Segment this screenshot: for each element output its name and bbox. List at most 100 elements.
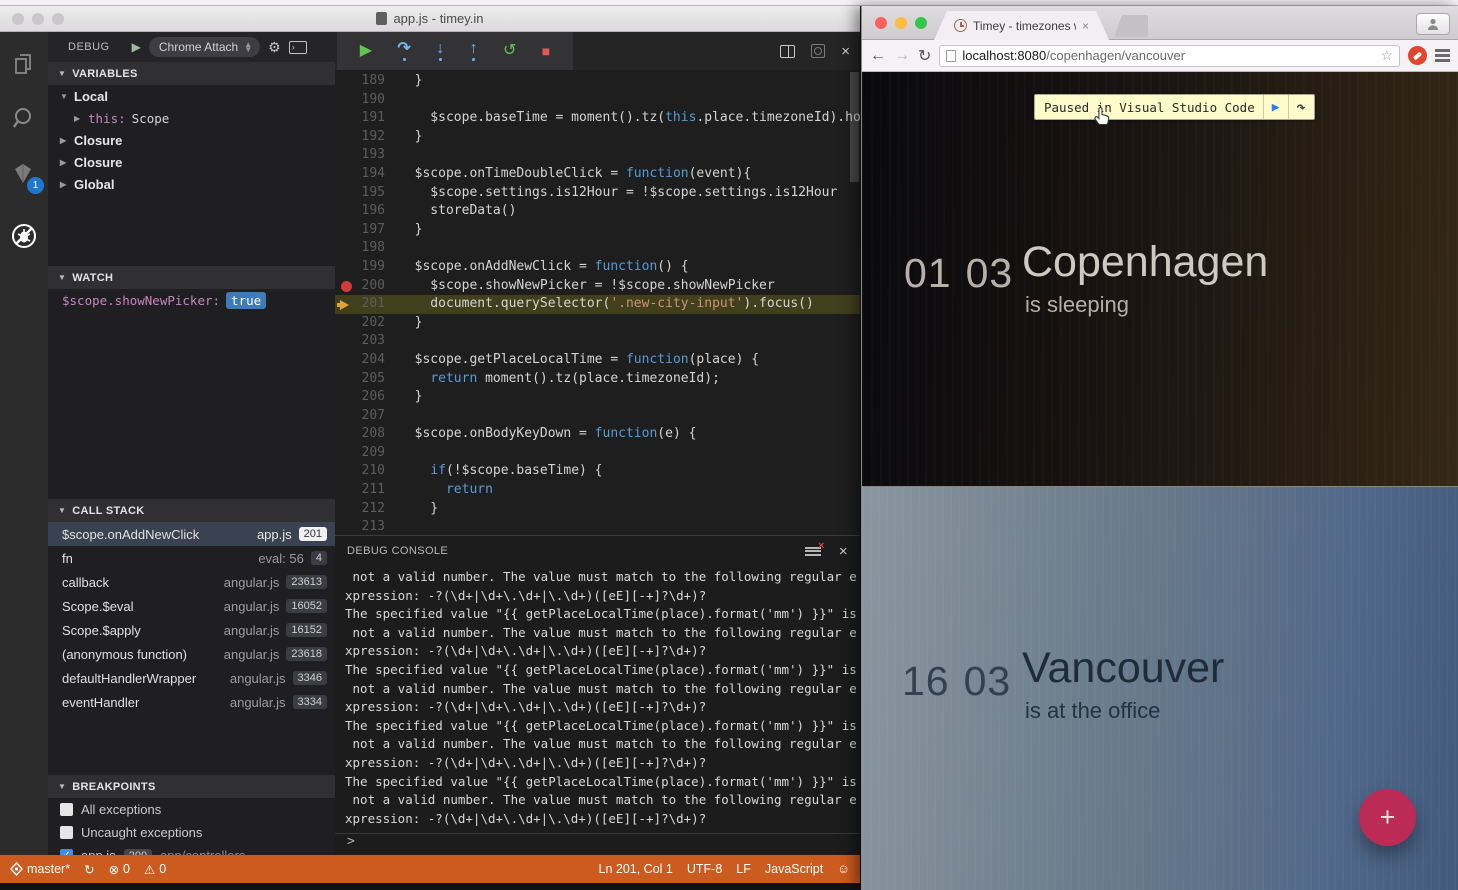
zoom-traffic-light[interactable] xyxy=(915,17,927,29)
line-number[interactable]: 206 xyxy=(335,388,399,407)
close-traffic-light[interactable] xyxy=(875,17,887,29)
variables-tree-item[interactable]: ▶Closure xyxy=(48,129,335,151)
code-line-191[interactable]: 191 $scope.baseTime = moment().tz(this.p… xyxy=(335,109,860,128)
code-line-202[interactable]: 202 } xyxy=(335,314,860,333)
stop-button[interactable]: ■ xyxy=(542,44,550,58)
line-number[interactable]: 213 xyxy=(335,518,399,535)
step-out-button[interactable]: ↑ xyxy=(470,41,478,61)
line-number[interactable]: 194 xyxy=(335,165,399,184)
close-console-icon[interactable]: × xyxy=(839,543,848,560)
gear-icon[interactable]: ⚙ xyxy=(268,39,281,56)
line-number[interactable]: 203 xyxy=(335,332,399,351)
callstack-frame[interactable]: defaultHandlerWrapperangular.js3346 xyxy=(48,666,335,690)
line-number[interactable]: 209 xyxy=(335,444,399,463)
resume-script-button[interactable]: ▶ xyxy=(1263,95,1288,119)
code-line-211[interactable]: 211 return xyxy=(335,481,860,500)
errors-item[interactable]: ⊗0 xyxy=(109,862,130,877)
line-number[interactable]: 208 xyxy=(335,425,399,444)
breakpoint-row[interactable]: All exceptions xyxy=(48,798,335,821)
split-editor-icon[interactable] xyxy=(780,45,795,58)
line-number[interactable]: 211 xyxy=(335,481,399,500)
back-icon[interactable]: ← xyxy=(870,47,886,65)
code-line-197[interactable]: 197 } xyxy=(335,221,860,240)
callstack-frame[interactable]: eventHandlerangular.js3334 xyxy=(48,690,335,714)
line-number[interactable]: 189 xyxy=(335,72,399,91)
close-tab-icon[interactable]: × xyxy=(1082,19,1089,33)
code-line-192[interactable]: 192 } xyxy=(335,128,860,147)
checkbox-unchecked-icon[interactable] xyxy=(60,803,73,816)
add-city-fab[interactable]: + xyxy=(1359,789,1416,846)
breakpoint-dot-icon[interactable] xyxy=(341,281,352,292)
recorder-extension-icon[interactable] xyxy=(1408,46,1427,65)
close-editor-icon[interactable]: × xyxy=(841,43,850,60)
open-preview-icon[interactable] xyxy=(811,44,825,58)
callstack-frame[interactable]: $scope.onAddNewClickapp.js201 xyxy=(48,522,335,546)
debug-console-input[interactable]: > xyxy=(335,833,860,855)
callstack-section-header[interactable]: ▼ CALL STACK xyxy=(48,499,335,522)
watch-expression-row[interactable]: $scope.showNewPicker: true xyxy=(48,289,335,311)
line-number[interactable]: 204 xyxy=(335,351,399,370)
callstack-frame[interactable]: Scope.$evalangular.js16052 xyxy=(48,594,335,618)
line-number[interactable]: 192 xyxy=(335,128,399,147)
menu-icon[interactable] xyxy=(1435,49,1450,62)
language-item[interactable]: JavaScript xyxy=(765,862,823,876)
profile-button[interactable] xyxy=(1416,13,1450,35)
callstack-frame[interactable]: Scope.$applyangular.js16152 xyxy=(48,618,335,642)
line-number[interactable]: 193 xyxy=(335,146,399,165)
line-number[interactable]: 201 xyxy=(335,295,399,314)
step-over-banner-button[interactable]: ↷ xyxy=(1288,95,1314,119)
encoding-item[interactable]: UTF-8 xyxy=(687,862,722,876)
line-number[interactable]: 196 xyxy=(335,202,399,221)
code-line-207[interactable]: 207 xyxy=(335,407,860,426)
clear-console-icon[interactable]: × xyxy=(805,545,821,557)
code-line-208[interactable]: 208 $scope.onBodyKeyDown = function(e) { xyxy=(335,425,860,444)
step-into-button[interactable]: ↓ xyxy=(436,41,444,61)
code-line-195[interactable]: 195 $scope.settings.is12Hour = !$scope.s… xyxy=(335,184,860,203)
checkbox-unchecked-icon[interactable] xyxy=(60,826,73,839)
line-number[interactable]: 198 xyxy=(335,239,399,258)
code-line-206[interactable]: 206 } xyxy=(335,388,860,407)
sync-icon[interactable]: ↻ xyxy=(84,862,94,877)
continue-button[interactable]: ▶ xyxy=(360,43,372,59)
git-branch-item[interactable]: master* xyxy=(10,862,70,876)
line-number[interactable]: 205 xyxy=(335,370,399,389)
code-line-212[interactable]: 212 } xyxy=(335,500,860,519)
code-line-190[interactable]: 190 xyxy=(335,91,860,110)
warnings-item[interactable]: ⚠0 xyxy=(144,862,166,877)
code-line-205[interactable]: 205 return moment().tz(place.timezoneId)… xyxy=(335,370,860,389)
debug-console-output[interactable]: not a valid number. The value must match… xyxy=(335,566,860,833)
code-line-209[interactable]: 209 xyxy=(335,444,860,463)
code-line-210[interactable]: 210 if(!$scope.baseTime) { xyxy=(335,462,860,481)
line-number[interactable]: 202 xyxy=(335,314,399,333)
debug-icon[interactable] xyxy=(0,212,48,260)
variables-tree-item[interactable]: ▶this: Scope xyxy=(48,107,335,129)
line-number[interactable]: 212 xyxy=(335,500,399,519)
reload-icon[interactable]: ↻ xyxy=(918,46,931,66)
explorer-icon[interactable] xyxy=(0,40,48,88)
code-line-193[interactable]: 193 xyxy=(335,146,860,165)
line-number[interactable]: 195 xyxy=(335,184,399,203)
restart-button[interactable]: ↺ xyxy=(503,43,516,59)
search-icon[interactable] xyxy=(0,94,48,142)
watch-section-header[interactable]: ▼ WATCH xyxy=(48,266,335,289)
callstack-frame[interactable]: (anonymous function)angular.js23618 xyxy=(48,642,335,666)
bookmark-star-icon[interactable]: ☆ xyxy=(1380,47,1393,64)
start-debug-icon[interactable]: ▶ xyxy=(132,40,141,54)
code-line-189[interactable]: 189 } xyxy=(335,72,860,91)
line-number[interactable]: 200 xyxy=(335,277,399,296)
breakpoint-row[interactable]: ✓app.js200app/controllers xyxy=(48,844,335,855)
cursor-position-item[interactable]: Ln 201, Col 1 xyxy=(599,862,673,876)
line-number[interactable]: 210 xyxy=(335,462,399,481)
code-line-200[interactable]: 200 $scope.showNewPicker = !$scope.showN… xyxy=(335,277,860,296)
line-number[interactable]: 199 xyxy=(335,258,399,277)
minimize-traffic-light[interactable] xyxy=(895,17,907,29)
code-line-198[interactable]: 198 xyxy=(335,239,860,258)
code-line-203[interactable]: 203 xyxy=(335,332,860,351)
step-over-button[interactable]: ↷ xyxy=(397,41,410,61)
variables-section-header[interactable]: ▼ VARIABLES xyxy=(48,62,335,85)
forward-icon[interactable]: → xyxy=(894,47,910,65)
eol-item[interactable]: LF xyxy=(736,862,751,876)
line-number[interactable]: 190 xyxy=(335,91,399,110)
code-line-204[interactable]: 204 $scope.getPlaceLocalTime = function(… xyxy=(335,351,860,370)
breakpoints-section-header[interactable]: ▼ BREAKPOINTS xyxy=(48,775,335,798)
